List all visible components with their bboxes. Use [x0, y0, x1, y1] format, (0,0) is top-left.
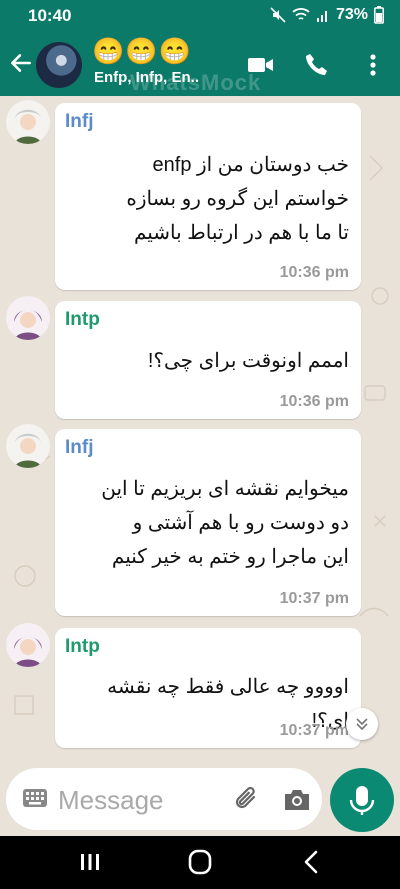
phone-call-icon[interactable] [302, 50, 332, 80]
message-sender: Intp [65, 309, 100, 330]
message-time: 10:37 pm [279, 722, 349, 739]
status-bar: 10:40 73% [0, 0, 400, 34]
message-bubble[interactable]: Intp اممم اونوقت برای چی؟! 10:36 pm [55, 301, 361, 419]
battery-percent: 73% [335, 6, 368, 23]
message-bubble[interactable]: Infj میخوایم نقشه ای بریزیم تا این دو دو… [55, 429, 361, 616]
message-sender: Infj [65, 437, 94, 458]
message-sender: Infj [65, 111, 94, 132]
message-text: میخوایم نقشه ای بریزیم تا این دو دوست رو… [101, 478, 349, 568]
wifi-icon [292, 8, 310, 20]
message-composer [6, 768, 322, 830]
message-time: 10:37 pm [279, 590, 349, 607]
camera-icon[interactable] [282, 786, 312, 814]
group-name-emojis[interactable]: 😁😁😁 [92, 36, 192, 67]
mute-icon [270, 7, 286, 23]
double-chevron-down-icon [356, 718, 368, 731]
message-text: خب دوستان من از enfp خواستم این گروه رو … [126, 154, 349, 244]
message-input[interactable] [56, 780, 230, 820]
microphone-icon [349, 786, 375, 815]
video-call-icon[interactable] [246, 50, 276, 80]
message-bubble[interactable]: Intp اوووو چه عالی فقط چه نقشه ای؟! 10:3… [55, 628, 361, 748]
keyboard-icon[interactable] [22, 788, 48, 808]
sender-avatar[interactable] [6, 100, 50, 144]
status-icons: 73% [270, 6, 384, 24]
back-nav-icon[interactable] [292, 846, 332, 878]
message-sender: Intp [65, 636, 100, 657]
mic-button[interactable] [330, 768, 394, 832]
system-nav-bar [0, 836, 400, 889]
home-icon[interactable] [180, 846, 220, 878]
sender-avatar[interactable] [6, 424, 50, 468]
group-avatar[interactable] [36, 42, 82, 88]
message-time: 10:36 pm [279, 393, 349, 410]
scroll-down-button[interactable] [346, 708, 378, 740]
chat-header: 😁😁😁 Enfp, Infp, En.. WhatsMock [0, 34, 400, 96]
more-options-icon[interactable] [358, 50, 388, 80]
recent-apps-icon[interactable] [70, 846, 110, 878]
sender-avatar[interactable] [6, 623, 50, 667]
sender-avatar[interactable] [6, 296, 50, 340]
chat-messages: Infj خب دوستان من از enfp خواستم این گرو… [0, 96, 400, 768]
watermark: WhatsMock [130, 70, 262, 95]
message-text: اممم اونوقت برای چی؟! [147, 350, 349, 372]
attach-icon[interactable] [232, 784, 262, 814]
status-time: 10:40 [28, 6, 72, 25]
signal-icon [316, 11, 327, 22]
message-bubble[interactable]: Infj خب دوستان من از enfp خواستم این گرو… [55, 103, 361, 290]
message-time: 10:36 pm [279, 264, 349, 281]
back-arrow-icon[interactable] [8, 50, 34, 76]
battery-icon [374, 6, 384, 24]
